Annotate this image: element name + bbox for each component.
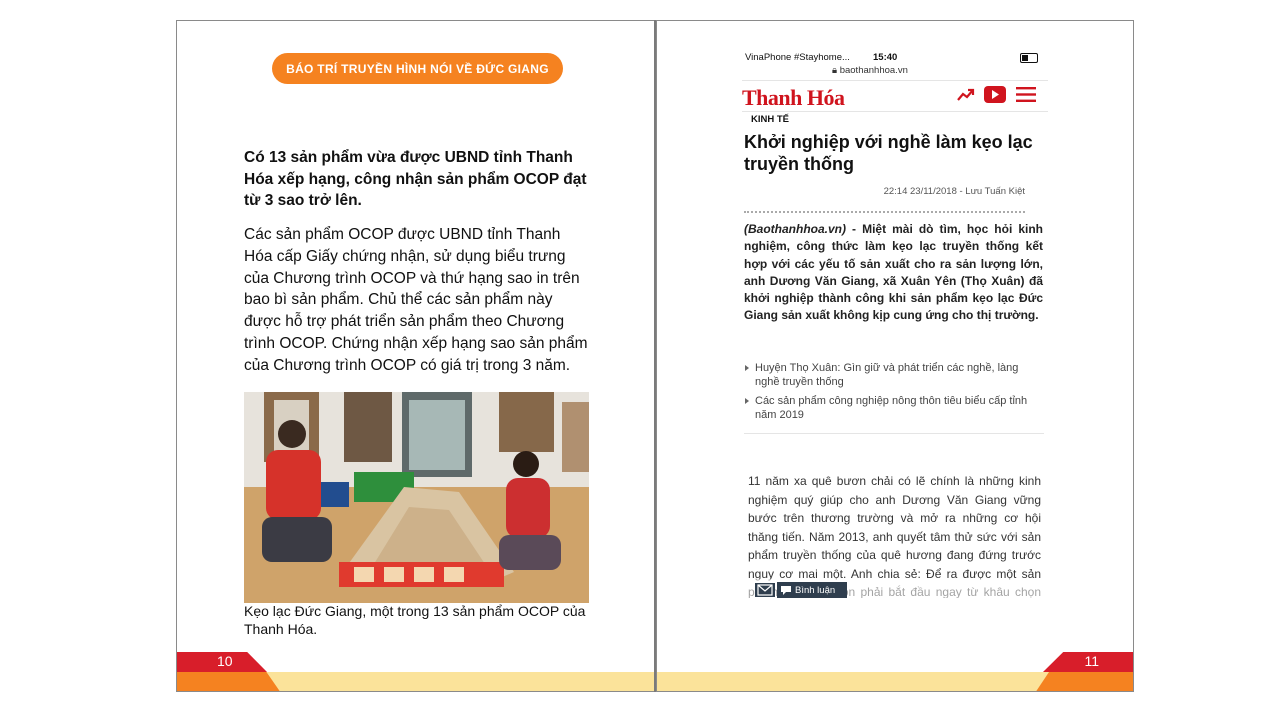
comment-icon <box>781 586 791 595</box>
section-banner: BÁO TRÍ TRUYỀN HÌNH NÓI VỀ ĐỨC GIANG <box>272 53 563 84</box>
product-photo <box>244 392 589 603</box>
sapo-text: - Miệt mài dò tìm, học hỏi kinh nghiệm, … <box>744 222 1043 323</box>
book-spread: BÁO TRÍ TRUYỀN HÌNH NÓI VỀ ĐỨC GIANG Có … <box>176 20 1134 692</box>
divider <box>744 211 1025 213</box>
comment-button[interactable]: Bình luận <box>777 582 847 598</box>
page-right: VinaPhone #Stayhome... 15:40 🔒︎ baothanh… <box>656 20 1134 692</box>
article-category[interactable]: KINH TẾ <box>751 114 789 125</box>
related-links: Huyện Thọ Xuân: Gìn giữ và phát triển cá… <box>744 361 1044 427</box>
comment-label: Bình luận <box>795 584 836 596</box>
footer-orange-tab <box>177 672 281 691</box>
photo-caption: Kẹo lạc Đức Giang, một trong 13 sản phẩm… <box>244 603 586 637</box>
menu-icon[interactable] <box>1016 86 1036 103</box>
url-bar[interactable]: 🔒︎ baothanhhoa.vn <box>832 65 908 76</box>
site-header: Thanh Hóa <box>742 80 1048 112</box>
body-paragraph: Các sản phẩm OCOP được UBND tỉnh Thanh H… <box>244 226 588 374</box>
related-link[interactable]: Huyện Thọ Xuân: Gìn giữ và phát triển cá… <box>744 361 1044 389</box>
lead-paragraph: Có 13 sản phẩm vừa được UBND tỉnh Thanh … <box>244 149 587 209</box>
related-link[interactable]: Các sản phẩm công nghiệp nông thôn tiêu … <box>744 394 1044 422</box>
battery-icon <box>1020 53 1038 63</box>
article-sapo: (Baothanhhoa.vn) - Miệt mài dò tìm, học … <box>744 221 1043 325</box>
page-left: BÁO TRÍ TRUYỀN HÌNH NÓI VỀ ĐỨC GIANG Có … <box>176 20 656 692</box>
clock: 15:40 <box>873 52 898 63</box>
footer-orange-tab <box>1035 672 1133 691</box>
youtube-icon[interactable] <box>984 86 1006 103</box>
article-headline: Khởi nghiệp với nghề làm kẹo lạc truyền … <box>744 132 1033 174</box>
carrier-label: VinaPhone #Stayhome... <box>745 52 850 63</box>
envelope-icon <box>757 584 773 596</box>
divider <box>744 433 1044 434</box>
site-logo[interactable]: Thanh Hóa <box>742 85 845 111</box>
page-footer-right: 11 <box>657 652 1133 691</box>
page-footer-left: 10 <box>177 652 655 691</box>
article-meta: 22:14 23/11/2018 - Lưu Tuấn Kiệt <box>883 186 1025 197</box>
url-text: baothanhhoa.vn <box>839 65 908 76</box>
lock-icon: 🔒︎ <box>832 65 838 76</box>
trending-icon[interactable] <box>957 87 975 103</box>
page-number: 10 <box>217 653 233 669</box>
page-number: 11 <box>1084 653 1099 669</box>
email-share-button[interactable] <box>755 583 775 597</box>
sapo-source: (Baothanhhoa.vn) <box>744 222 846 236</box>
